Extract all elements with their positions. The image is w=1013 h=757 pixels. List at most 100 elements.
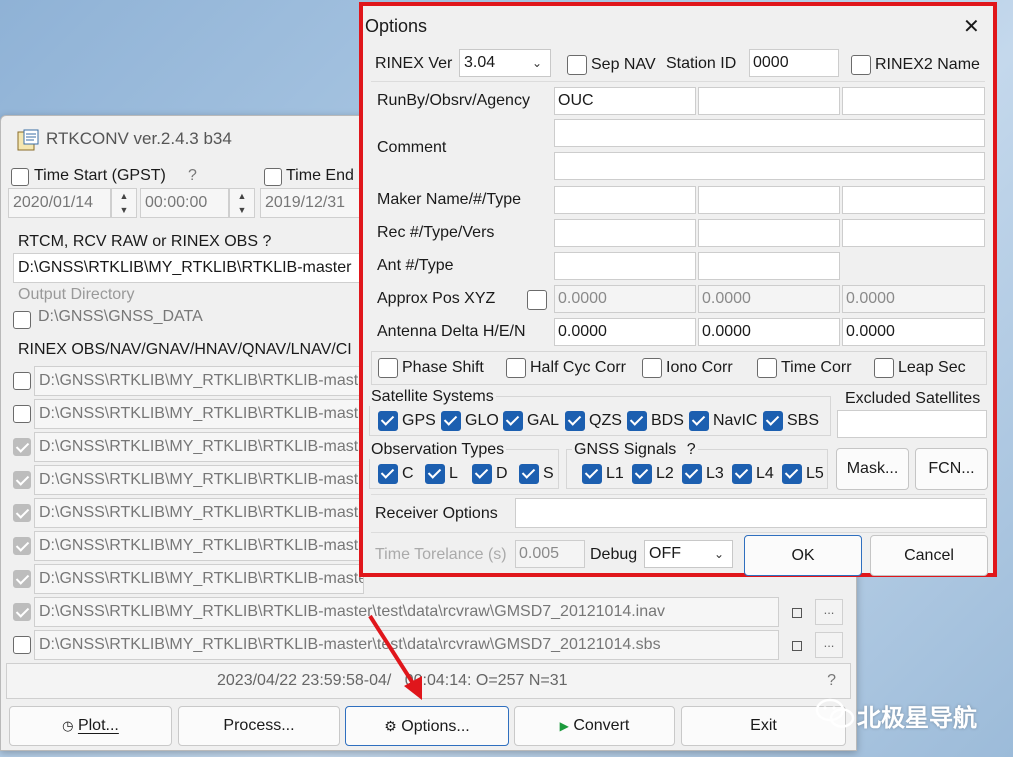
observation-type-checkbox-c[interactable] xyxy=(378,464,398,484)
antenna-delta-h-field[interactable]: 0.0000 xyxy=(554,318,696,346)
time-start-date-spinner[interactable]: ▲ ▼ xyxy=(111,188,137,218)
convert-button[interactable]: ▶ Convert xyxy=(514,706,675,746)
output-file-checkbox[interactable] xyxy=(13,438,31,456)
time-end-checkbox[interactable] xyxy=(264,168,282,186)
rec-vers-field[interactable] xyxy=(842,219,985,247)
time-start-checkbox[interactable] xyxy=(11,168,29,186)
rec-number-field[interactable] xyxy=(554,219,696,247)
cancel-button[interactable]: Cancel xyxy=(870,535,988,576)
sep-nav-checkbox[interactable] xyxy=(567,55,587,75)
time-start-time-field[interactable]: 00:00:00 xyxy=(140,188,229,218)
maker-type-field[interactable] xyxy=(842,186,985,214)
ant-label: Ant #/Type xyxy=(377,257,454,274)
observation-type-checkbox-s[interactable] xyxy=(519,464,539,484)
observation-type-checkbox-l[interactable] xyxy=(425,464,445,484)
observation-type-checkbox-d[interactable] xyxy=(472,464,492,484)
options-button[interactable]: ⚙ Options... xyxy=(345,706,509,746)
time-start-date-field[interactable]: 2020/01/14 xyxy=(8,188,111,218)
gnss-signal-checkbox-l1[interactable] xyxy=(582,464,602,484)
gnss-signal-checkbox-l4[interactable] xyxy=(732,464,752,484)
status-help[interactable]: ? xyxy=(827,672,836,690)
output-file-path[interactable]: D:\GNSS\RTKLIB\MY_RTKLIB\RTKLIB-mast xyxy=(34,366,364,396)
plot-button-label: Plot... xyxy=(77,717,119,734)
ant-number-field[interactable] xyxy=(554,252,696,280)
output-file-path[interactable]: D:\GNSS\RTKLIB\MY_RTKLIB\RTKLIB-mast xyxy=(34,432,364,462)
output-file-path[interactable]: D:\GNSS\RTKLIB\MY_RTKLIB\RTKLIB-maste xyxy=(34,564,364,594)
gnss-signal-checkbox-l2[interactable] xyxy=(632,464,652,484)
close-icon[interactable]: ✕ xyxy=(963,14,980,39)
browse-button[interactable]: ... xyxy=(815,599,843,625)
ok-button[interactable]: OK xyxy=(744,535,862,576)
view-file-icon[interactable] xyxy=(792,608,802,618)
maker-name-field[interactable] xyxy=(554,186,696,214)
runby-field[interactable]: OUC xyxy=(554,87,696,115)
satellite-system-label: GPS xyxy=(402,412,436,429)
time-start-help[interactable]: ? xyxy=(188,167,197,185)
satellite-system-checkbox-bds[interactable] xyxy=(627,411,647,431)
time-start-time-spinner[interactable]: ▲ ▼ xyxy=(229,188,255,218)
input-file-field[interactable]: D:\GNSS\RTKLIB\MY_RTKLIB\RTKLIB-master xyxy=(13,253,361,283)
time-tolerance-field[interactable]: 0.005 xyxy=(515,540,585,568)
output-file-path[interactable]: D:\GNSS\RTKLIB\MY_RTKLIB\RTKLIB-maste xyxy=(34,498,364,528)
output-file-checkbox[interactable] xyxy=(13,405,31,423)
plot-button[interactable]: ◷ Plot... xyxy=(9,706,172,746)
comment-field-1[interactable] xyxy=(554,119,985,147)
correction-checkbox-iono-corr[interactable] xyxy=(642,358,662,378)
output-file-checkbox[interactable] xyxy=(13,603,31,621)
output-directory-checkbox[interactable] xyxy=(13,311,31,329)
gnss-signal-checkbox-l5[interactable] xyxy=(782,464,802,484)
debug-select[interactable]: OFF ⌄ xyxy=(644,540,733,568)
approx-pos-checkbox[interactable] xyxy=(527,290,547,310)
rec-type-field[interactable] xyxy=(698,219,840,247)
excluded-satellites-field[interactable] xyxy=(837,410,987,438)
correction-checkbox-leap-sec[interactable] xyxy=(874,358,894,378)
divider xyxy=(371,81,985,82)
output-file-checkbox[interactable] xyxy=(13,636,31,654)
agency-field[interactable] xyxy=(842,87,985,115)
satellite-system-checkbox-sbs[interactable] xyxy=(763,411,783,431)
fcn-button[interactable]: FCN... xyxy=(915,448,988,490)
output-file-path[interactable]: D:\GNSS\RTKLIB\MY_RTKLIB\RTKLIB-mast xyxy=(34,465,364,495)
correction-label: Time Corr xyxy=(781,359,852,376)
time-end-date-field[interactable]: 2019/12/31 xyxy=(260,188,360,218)
satellite-system-checkbox-navic[interactable] xyxy=(689,411,709,431)
observer-field[interactable] xyxy=(698,87,840,115)
correction-checkbox-phase-shift[interactable] xyxy=(378,358,398,378)
output-file-path[interactable]: D:\GNSS\RTKLIB\MY_RTKLIB\RTKLIB-mast xyxy=(34,399,364,429)
output-file-checkbox[interactable] xyxy=(13,372,31,390)
mask-button[interactable]: Mask... xyxy=(836,448,909,490)
output-directory-path[interactable]: D:\GNSS\GNSS_DATA xyxy=(38,308,203,326)
rinex2-name-checkbox[interactable] xyxy=(851,55,871,75)
time-end-label: Time End xyxy=(286,167,354,184)
station-id-field[interactable]: 0000 xyxy=(749,49,839,77)
gnss-signal-checkbox-l3[interactable] xyxy=(682,464,702,484)
satellite-system-checkbox-glo[interactable] xyxy=(441,411,461,431)
satellite-system-checkbox-gps[interactable] xyxy=(378,411,398,431)
satellite-system-checkbox-gal[interactable] xyxy=(503,411,523,431)
ant-type-field[interactable] xyxy=(698,252,840,280)
correction-checkbox-time-corr[interactable] xyxy=(757,358,777,378)
rinex-ver-select[interactable]: 3.04 ⌄ xyxy=(459,49,551,77)
receiver-options-field[interactable] xyxy=(515,498,987,528)
gnss-signal-label: L5 xyxy=(806,465,824,482)
output-file-checkbox[interactable] xyxy=(13,504,31,522)
satellite-system-checkbox-qzs[interactable] xyxy=(565,411,585,431)
output-file-checkbox[interactable] xyxy=(13,570,31,588)
comment-field-2[interactable] xyxy=(554,152,985,180)
correction-checkbox-half-cyc-corr[interactable] xyxy=(506,358,526,378)
output-file-checkbox[interactable] xyxy=(13,471,31,489)
approx-pos-y-field[interactable]: 0.0000 xyxy=(698,285,840,313)
process-button[interactable]: Process... xyxy=(178,706,340,746)
browse-button[interactable]: ... xyxy=(815,632,843,658)
gnss-signals-help[interactable]: ? xyxy=(687,441,696,458)
output-file-path[interactable]: D:\GNSS\RTKLIB\MY_RTKLIB\RTKLIB-maste xyxy=(34,531,364,561)
view-file-icon[interactable] xyxy=(792,641,802,651)
correction-label: Leap Sec xyxy=(898,359,966,376)
observation-type-label: L xyxy=(449,465,458,482)
output-file-checkbox[interactable] xyxy=(13,537,31,555)
antenna-delta-e-field[interactable]: 0.0000 xyxy=(698,318,840,346)
approx-pos-x-field[interactable]: 0.0000 xyxy=(554,285,696,313)
antenna-delta-n-field[interactable]: 0.0000 xyxy=(842,318,985,346)
approx-pos-z-field[interactable]: 0.0000 xyxy=(842,285,985,313)
maker-number-field[interactable] xyxy=(698,186,840,214)
